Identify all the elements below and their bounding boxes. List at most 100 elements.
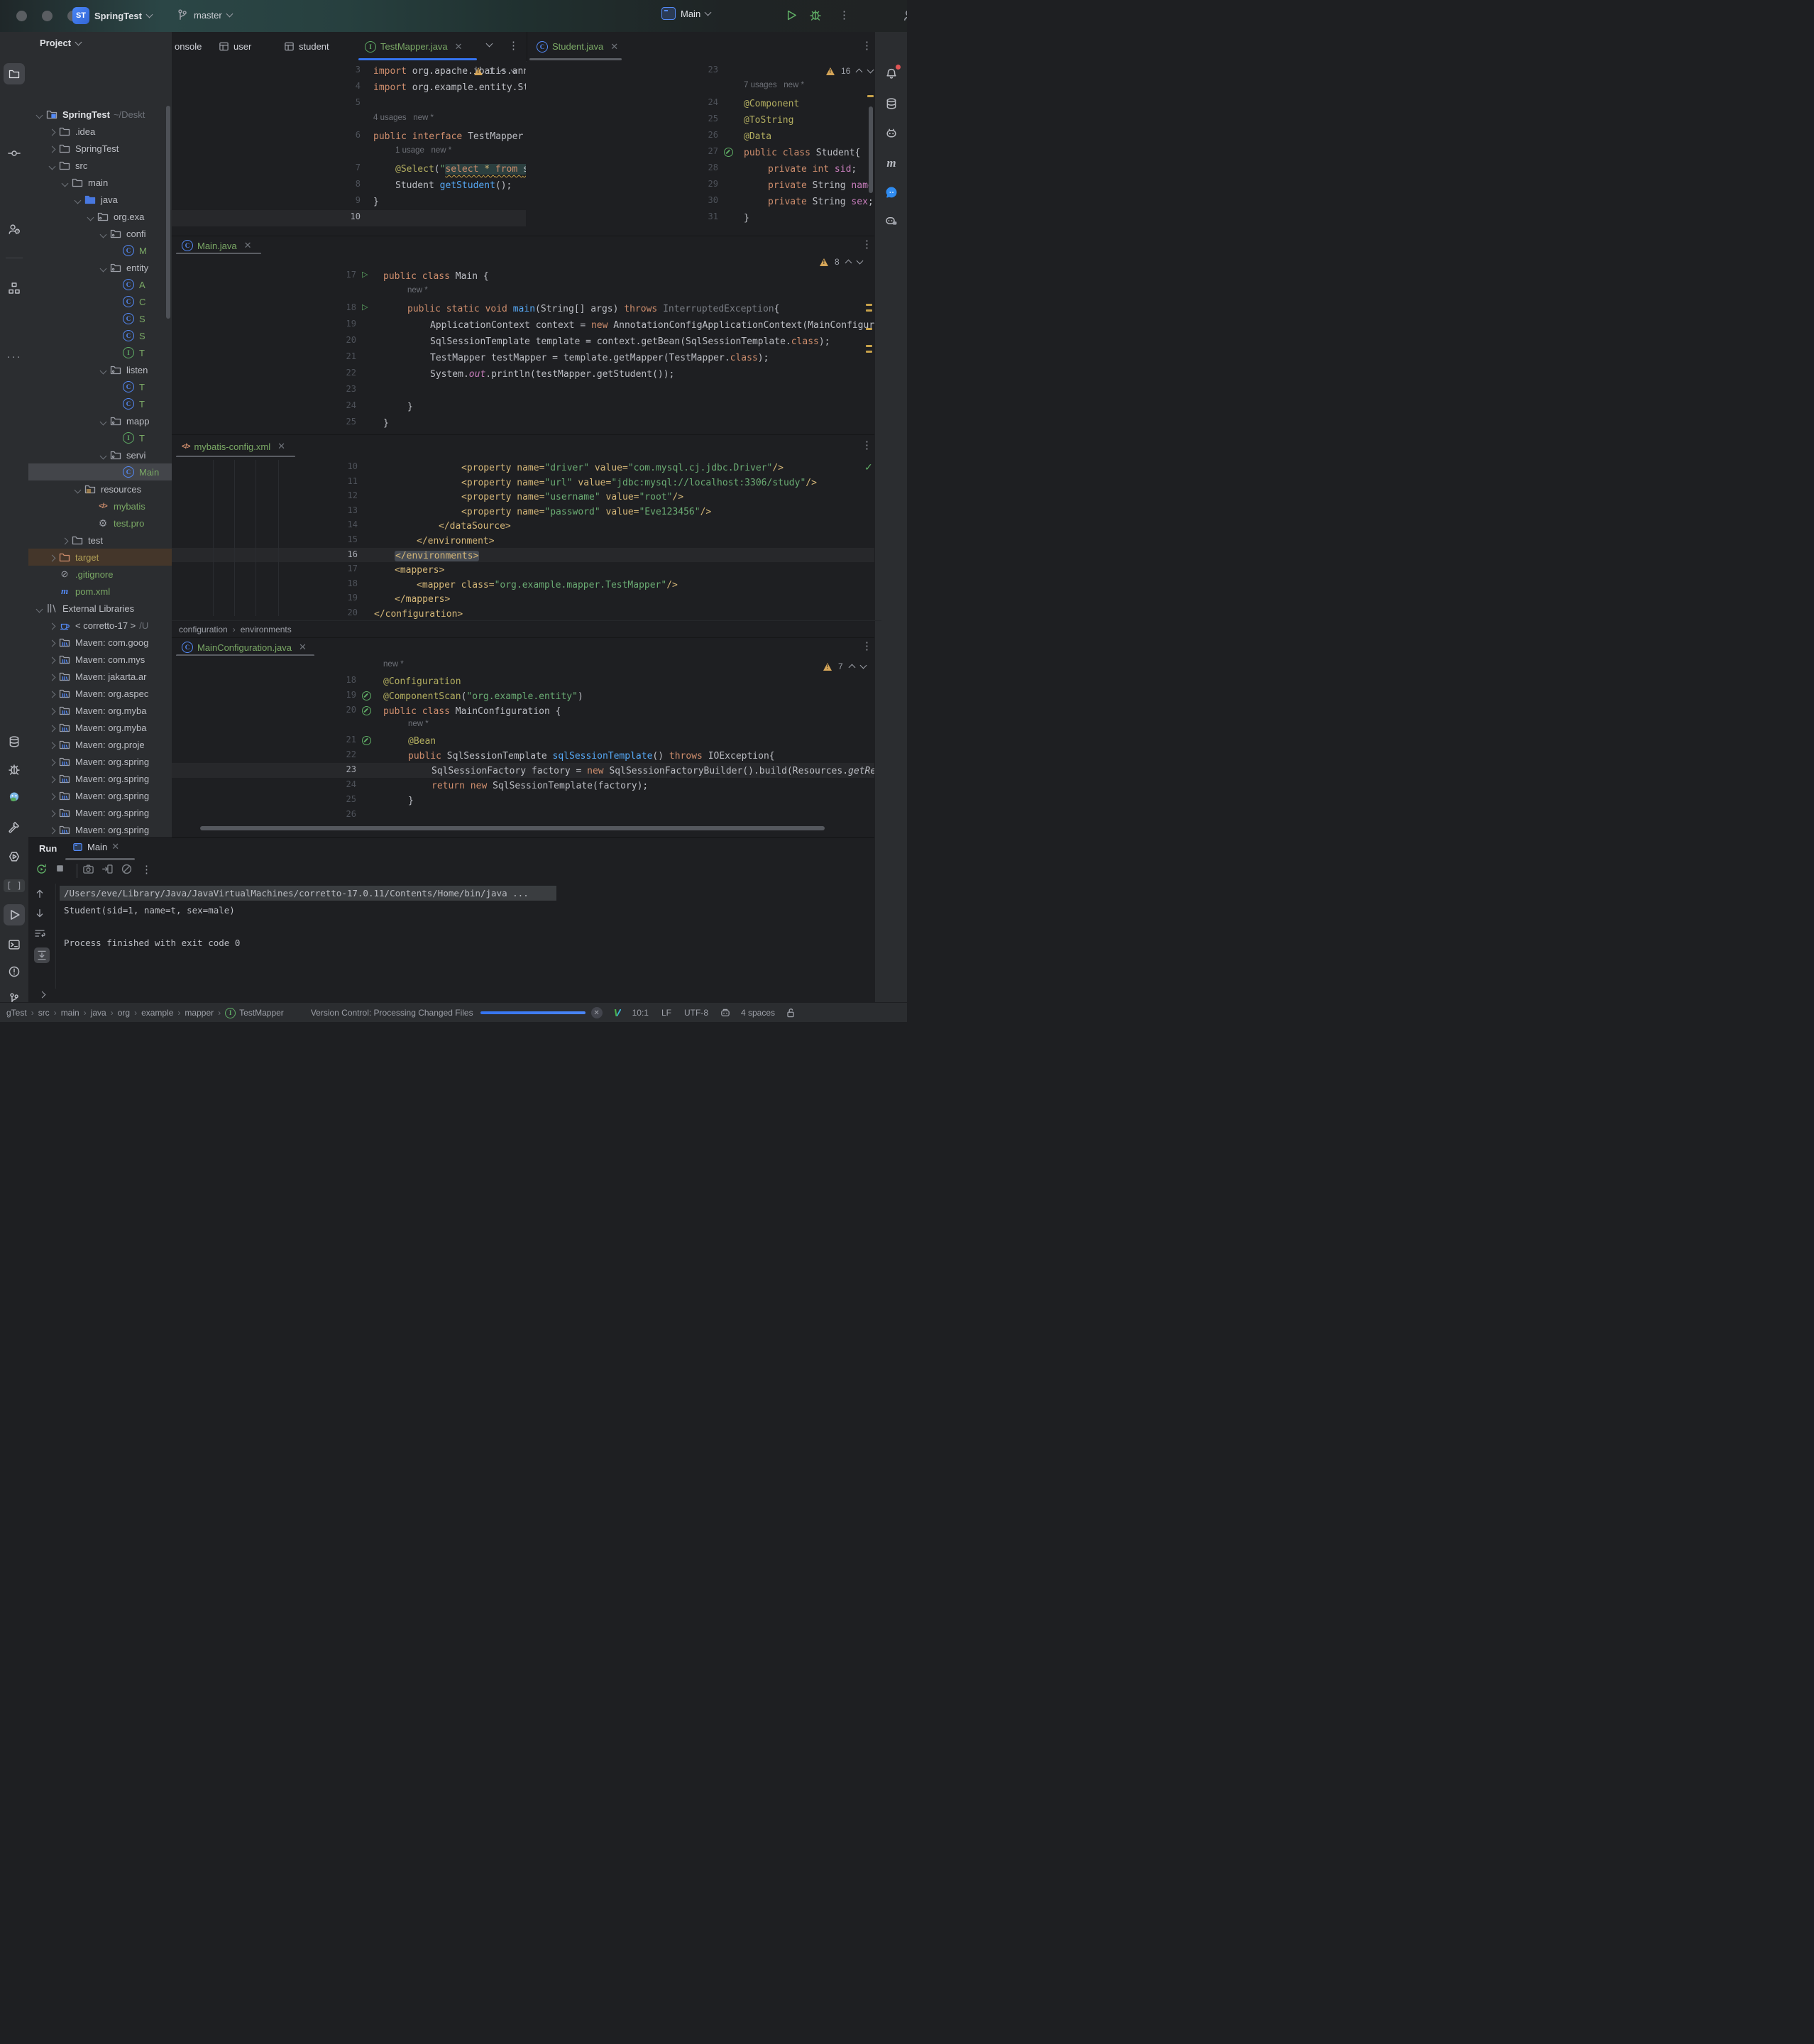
tree-row[interactable]: m pom.xml bbox=[28, 583, 172, 600]
editor-tab[interactable]: </> mybatis-config.xml ✕ bbox=[182, 437, 285, 456]
branch-widget[interactable]: master bbox=[176, 9, 233, 21]
tree-row[interactable]: Maven: org.spring bbox=[28, 753, 172, 770]
spring-bean-icon[interactable] bbox=[724, 148, 733, 157]
line-number[interactable]: 5 bbox=[336, 97, 361, 107]
ai-assistant-icon[interactable] bbox=[881, 123, 902, 144]
chevron-right-icon[interactable] bbox=[48, 620, 57, 631]
ai-status-icon[interactable] bbox=[720, 1007, 731, 1018]
tree-row[interactable]: CS bbox=[28, 327, 172, 344]
chevron-down-icon[interactable] bbox=[74, 194, 82, 205]
code-line[interactable]: @Bean bbox=[408, 735, 436, 749]
chevron-right-icon[interactable] bbox=[48, 688, 57, 699]
notifications-icon[interactable] bbox=[881, 63, 902, 84]
tree-row[interactable]: org.exa bbox=[28, 208, 172, 225]
editor-tab[interactable]: user bbox=[219, 32, 251, 61]
chevron-down-icon[interactable] bbox=[99, 450, 108, 461]
line-number[interactable]: 18 bbox=[332, 302, 356, 312]
chevron-down-icon[interactable] bbox=[48, 160, 57, 171]
code-line[interactable]: private int sid; bbox=[768, 163, 857, 177]
warning-badge[interactable]: 16 bbox=[826, 66, 874, 76]
tree-row[interactable]: confi bbox=[28, 225, 172, 242]
close-icon[interactable]: ✕ bbox=[244, 240, 252, 251]
code-line[interactable]: public class Main { bbox=[383, 270, 489, 284]
chevron-right-icon[interactable] bbox=[48, 722, 57, 733]
tree-row[interactable]: Maven: org.aspec bbox=[28, 685, 172, 702]
chevron-right-icon[interactable] bbox=[48, 774, 57, 784]
tree-row[interactable]: java bbox=[28, 191, 172, 208]
line-number[interactable]: 23 bbox=[332, 384, 356, 394]
scroll-up-icon[interactable] bbox=[34, 888, 45, 899]
line-number[interactable]: 14 bbox=[334, 520, 358, 529]
code-line[interactable]: </environment> bbox=[417, 534, 495, 549]
line-number[interactable]: 27 bbox=[694, 146, 718, 156]
code-line[interactable]: @Configuration bbox=[383, 675, 461, 689]
chevron-down-icon[interactable] bbox=[99, 263, 108, 273]
line-number[interactable]: 28 bbox=[694, 163, 718, 172]
tree-row[interactable]: Maven: org.spring bbox=[28, 821, 172, 837]
run-configuration-widget[interactable]: Main bbox=[661, 7, 712, 20]
code-line[interactable]: } bbox=[407, 400, 413, 414]
tree-row[interactable]: servi bbox=[28, 446, 172, 463]
editor-tab[interactable]: C Student.java ✕ bbox=[537, 32, 618, 61]
tab-options-icon[interactable]: ⋮ bbox=[508, 40, 519, 51]
pull-requests-icon[interactable]: ? bbox=[4, 219, 25, 240]
close-icon[interactable]: ✕ bbox=[299, 642, 307, 653]
tree-row[interactable]: Maven: jakarta.ar bbox=[28, 668, 172, 685]
line-number[interactable]: 9 bbox=[336, 195, 361, 205]
editor-tab[interactable]: onsole bbox=[175, 32, 202, 61]
breadcrumb-item[interactable]: java bbox=[91, 1008, 106, 1018]
code-line[interactable]: private String sex; bbox=[768, 195, 874, 209]
code-line[interactable]: <property name="password" value="Eve1234… bbox=[461, 505, 711, 520]
chevron-down-icon[interactable] bbox=[87, 211, 95, 222]
project-tool-icon[interactable] bbox=[4, 63, 25, 84]
chevron-right-icon[interactable] bbox=[48, 143, 57, 154]
run-tab[interactable]: Main ✕ bbox=[72, 841, 119, 852]
line-number[interactable]: 18 bbox=[334, 578, 358, 588]
code-line[interactable]: } bbox=[383, 417, 389, 431]
code-line[interactable]: </environments> bbox=[395, 549, 480, 564]
code-line[interactable]: public SqlSessionTemplate sqlSessionTemp… bbox=[408, 749, 775, 764]
code-line[interactable]: System.out.println(testMapper.getStudent… bbox=[430, 368, 674, 382]
line-number[interactable]: 24 bbox=[332, 779, 356, 789]
tree-row[interactable]: SpringTest ~/Deskt bbox=[28, 106, 172, 123]
chevron-right-icon[interactable] bbox=[48, 637, 57, 648]
code-line[interactable]: TestMapper testMapper = template.getMapp… bbox=[430, 351, 769, 366]
code-line[interactable]: SqlSessionFactory factory = new SqlSessi… bbox=[431, 764, 874, 779]
warning-badge[interactable]: 1 bbox=[474, 66, 518, 76]
profiler-tool-icon[interactable] bbox=[4, 846, 25, 867]
line-number[interactable]: 21 bbox=[332, 351, 356, 361]
chevron-down-icon[interactable] bbox=[35, 109, 44, 120]
tree-row[interactable]: CT bbox=[28, 378, 172, 395]
line-number[interactable]: 17 bbox=[334, 564, 358, 573]
code-line[interactable]: ApplicationContext context = new Annotat… bbox=[430, 319, 874, 333]
code-line[interactable]: public class Student{ bbox=[744, 146, 860, 160]
debug-tool-icon[interactable] bbox=[4, 759, 25, 780]
tab-options-icon[interactable]: ⋮ bbox=[862, 239, 872, 250]
tree-row[interactable]: IT bbox=[28, 429, 172, 446]
code-line[interactable]: <mappers> bbox=[395, 564, 444, 578]
code-line[interactable]: public interface TestMapper { bbox=[373, 130, 526, 144]
dependencies-tool-icon[interactable]: [ ] bbox=[4, 875, 25, 896]
tree-row[interactable]: main bbox=[28, 174, 172, 191]
tree-row[interactable]: listen bbox=[28, 361, 172, 378]
line-number[interactable]: 11 bbox=[334, 476, 358, 486]
more-tools-icon[interactable]: ··· bbox=[4, 346, 25, 367]
project-panel-header[interactable]: Project bbox=[40, 38, 82, 48]
code-line[interactable]: @ToString bbox=[744, 114, 793, 128]
warning-badge[interactable]: 7 bbox=[823, 661, 867, 671]
line-number[interactable]: 17 bbox=[332, 270, 356, 280]
code-line[interactable]: } bbox=[744, 211, 749, 226]
cancel-progress-button[interactable]: ✕ bbox=[590, 1007, 603, 1018]
chevron-right-icon[interactable] bbox=[48, 740, 57, 750]
close-icon[interactable]: ✕ bbox=[111, 841, 119, 852]
code-line[interactable]: <property name="username" value="root"/> bbox=[461, 490, 683, 505]
chevron-right-icon[interactable] bbox=[48, 654, 57, 665]
line-number[interactable]: 25 bbox=[332, 794, 356, 804]
code-line[interactable]: @Component bbox=[744, 97, 799, 111]
chevron-right-icon[interactable] bbox=[48, 791, 57, 801]
line-separator-widget[interactable]: LF bbox=[661, 1008, 671, 1018]
problems-tool-icon[interactable] bbox=[4, 961, 25, 982]
line-number[interactable]: 20 bbox=[332, 335, 356, 345]
line-number[interactable]: 22 bbox=[332, 749, 356, 759]
chevron-down-icon[interactable] bbox=[99, 229, 108, 239]
